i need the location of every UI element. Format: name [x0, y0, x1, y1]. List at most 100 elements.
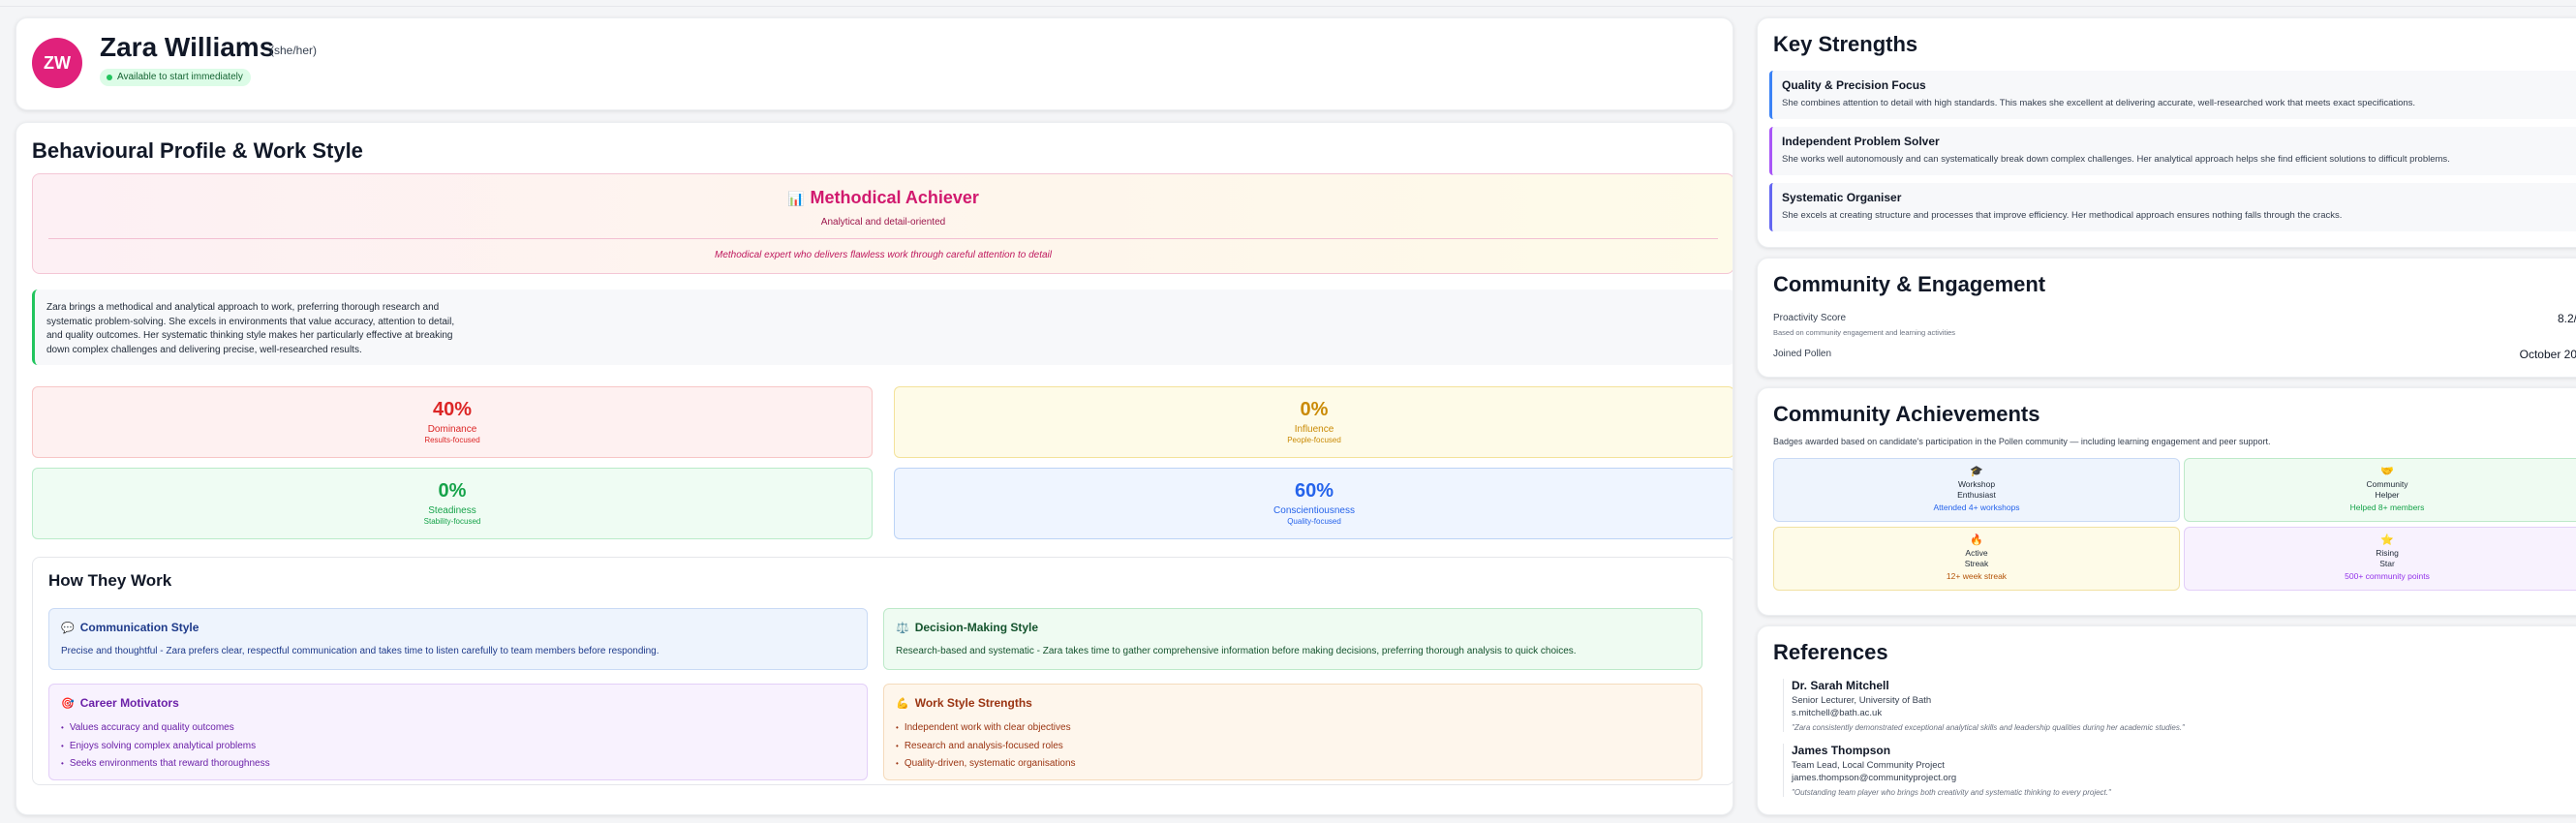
reference-role: Team Lead, Local Community Project [1792, 760, 1945, 771]
target-icon: 🎯 [61, 698, 75, 710]
reference-name: Dr. Sarah Mitchell [1792, 679, 1889, 692]
box-text: Precise and thoughtful - Zara prefers cl… [61, 646, 659, 656]
archetype-divider [48, 238, 1718, 239]
candidate-name: Zara Williams [100, 32, 275, 62]
reference-role: Senior Lecturer, University of Bath [1792, 695, 1932, 706]
badge-subtitle: Attended 4+ workshops [1933, 503, 2020, 512]
box-title: 💪 Work Style Strengths [896, 696, 1032, 710]
list-item: • Quality-driven, systematic organisation… [896, 758, 1076, 769]
disc-percent: 0% [438, 480, 467, 502]
badge-active-streak: 🔥 Active Streak 12+ week streak [1773, 527, 2180, 591]
joined-label: Joined Pollen [1773, 349, 1832, 359]
disc-subtitle: Quality-focused [1287, 517, 1341, 526]
badge-rising-star: ⭐ Rising Star 500+ community points [2184, 527, 2576, 591]
key-strengths-card: Key Strengths Quality & Precision Focus … [1757, 17, 2576, 248]
disc-steadiness: 0% Steadiness Stability-focused [32, 468, 873, 539]
disc-subtitle: People-focused [1287, 436, 1341, 444]
list-item: • Seeks environments that reward thorough… [61, 758, 270, 769]
proactivity-label: Proactivity Score [1773, 313, 1847, 323]
box-title: 💬 Communication Style [61, 621, 199, 634]
reference-quote: "Outstanding team player who brings both… [1792, 788, 2111, 797]
strength-text: She excels at creating structure and pro… [1782, 210, 2343, 221]
reference-name: James Thompson [1792, 744, 1891, 757]
box-title: ⚖️ Decision-Making Style [896, 621, 1038, 634]
behavioural-profile-card: Behavioural Profile & Work Style 📊 Method… [15, 122, 1733, 815]
badge-workshop-enthusiast: 🎓 Workshop Enthusiast Attended 4+ worksho… [1773, 458, 2180, 522]
badge-subtitle: 12+ week streak [1946, 571, 2008, 581]
badge-name: Workshop Enthusiast [1957, 479, 1996, 500]
disc-percent: 60% [1294, 480, 1334, 502]
archetype-panel: 📊 Methodical Achiever Analytical and deta… [32, 173, 1733, 274]
status-dot-icon [107, 75, 112, 80]
disc-name: Dominance [427, 424, 477, 435]
badge-subtitle: 500+ community points [2345, 571, 2430, 581]
reference-item: Dr. Sarah Mitchell Senior Lecturer, Univ… [1783, 679, 2576, 732]
box-title-text: Communication Style [79, 621, 199, 634]
star-icon: ⭐ [2380, 534, 2394, 546]
strength-title: Quality & Precision Focus [1782, 78, 1926, 92]
how-they-work-title: How They Work [48, 571, 172, 590]
work-style-strengths-box: 💪 Work Style Strengths • Independent work … [883, 684, 1702, 780]
reference-email[interactable]: james.thompson@communityproject.org [1792, 772, 2576, 784]
muscle-icon: 💪 [896, 698, 909, 710]
strength-item: Independent Problem Solver She works wel… [1769, 127, 2576, 175]
disc-percent: 40% [432, 399, 473, 420]
summary-text: Zara brings a methodical and analytical … [46, 302, 455, 355]
disc-dominance: 40% Dominance Results-focused [32, 386, 873, 458]
achievements-title: Community Achievements [1773, 402, 2040, 426]
communication-style-box: 💬 Communication Style Precise and thought… [48, 608, 868, 670]
box-title-text: Career Motivators [79, 696, 179, 710]
career-motivators-box: 🎯 Career Motivators • Values accuracy and … [48, 684, 868, 780]
joined-value: October 20 [2519, 348, 2576, 361]
reference-email[interactable]: s.mitchell@bath.ac.uk [1792, 707, 2576, 719]
box-text: Research-based and systematic - Zara tak… [896, 646, 1577, 656]
archetype-subtitle: Analytical and detail-oriented [820, 217, 946, 228]
motivators-list: • Values accuracy and quality outcomes • E… [61, 719, 270, 774]
strength-item: Systematic Organiser She excels at creat… [1769, 183, 2576, 231]
reference-quote: "Zara consistently demonstrated exceptio… [1792, 723, 2185, 732]
strengths-list: • Independent work with clear objectives … [896, 719, 1076, 774]
disc-name: Conscientiousness [1273, 505, 1355, 516]
disc-influence: 0% Influence People-focused [894, 386, 1733, 458]
behaviour-summary: Zara brings a methodical and analytical … [32, 290, 1733, 365]
how-they-work-panel: How They Work 💬 Communication Style Preci… [32, 557, 1733, 785]
key-strengths-title: Key Strengths [1773, 32, 1918, 56]
profile-header-card: ZW Zara Williams (she/her) Available to … [15, 17, 1733, 110]
badge-community-helper: 🤝 Community Helper Helped 8+ members [2184, 458, 2576, 522]
list-item: • Independent work with clear objectives [896, 722, 1071, 733]
fire-icon: 🔥 [1970, 534, 1983, 546]
scales-icon: ⚖️ [896, 623, 909, 634]
graduation-cap-icon: 🎓 [1970, 466, 1983, 477]
badge-name: Active Streak [1964, 548, 1989, 568]
pronouns: (she/her) [270, 44, 318, 57]
badge-name: Community Helper [2366, 479, 2408, 500]
availability-badge: Available to start immediately [100, 69, 251, 86]
box-title-text: Work Style Strengths [914, 696, 1032, 710]
decision-making-style-box: ⚖️ Decision-Making Style Research-based a… [883, 608, 1702, 670]
community-engagement-card: Community & Engagement Proactivity Score… [1757, 258, 2576, 378]
disc-percent: 0% [1300, 399, 1329, 420]
achievements-description: Badges awarded based on candidate's part… [1773, 437, 2271, 446]
badge-name: Rising Star [2376, 548, 2399, 568]
section-title: Behavioural Profile & Work Style [32, 138, 363, 163]
disc-name: Influence [1294, 424, 1334, 435]
proactivity-value: 8.2/ [2557, 312, 2576, 325]
strength-title: Independent Problem Solver [1782, 135, 1940, 148]
disc-conscientiousness: 60% Conscientiousness Quality-focused [894, 468, 1733, 539]
disc-subtitle: Stability-focused [423, 517, 481, 526]
strength-title: Systematic Organiser [1782, 191, 1902, 204]
archetype-name: Methodical Achiever [810, 188, 979, 207]
badge-subtitle: Helped 8+ members [2349, 503, 2425, 512]
strength-text: She works well autonomously and can syst… [1782, 154, 2450, 165]
list-item: • Enjoys solving complex analytical probl… [61, 740, 257, 751]
top-divider [0, 6, 2576, 7]
handshake-icon: 🤝 [2380, 466, 2394, 477]
disc-subtitle: Results-focused [424, 436, 480, 444]
community-achievements-card: Community Achievements Badges awarded ba… [1757, 387, 2576, 616]
speech-bubble-icon: 💬 [61, 623, 75, 634]
strength-text: She combines attention to detail with hi… [1782, 98, 2416, 108]
list-item: • Research and analysis-focused roles [896, 740, 1063, 751]
avatar: ZW [32, 38, 82, 88]
box-title-text: Decision-Making Style [914, 621, 1039, 634]
proactivity-note: Based on community engagement and learni… [1773, 328, 1956, 337]
